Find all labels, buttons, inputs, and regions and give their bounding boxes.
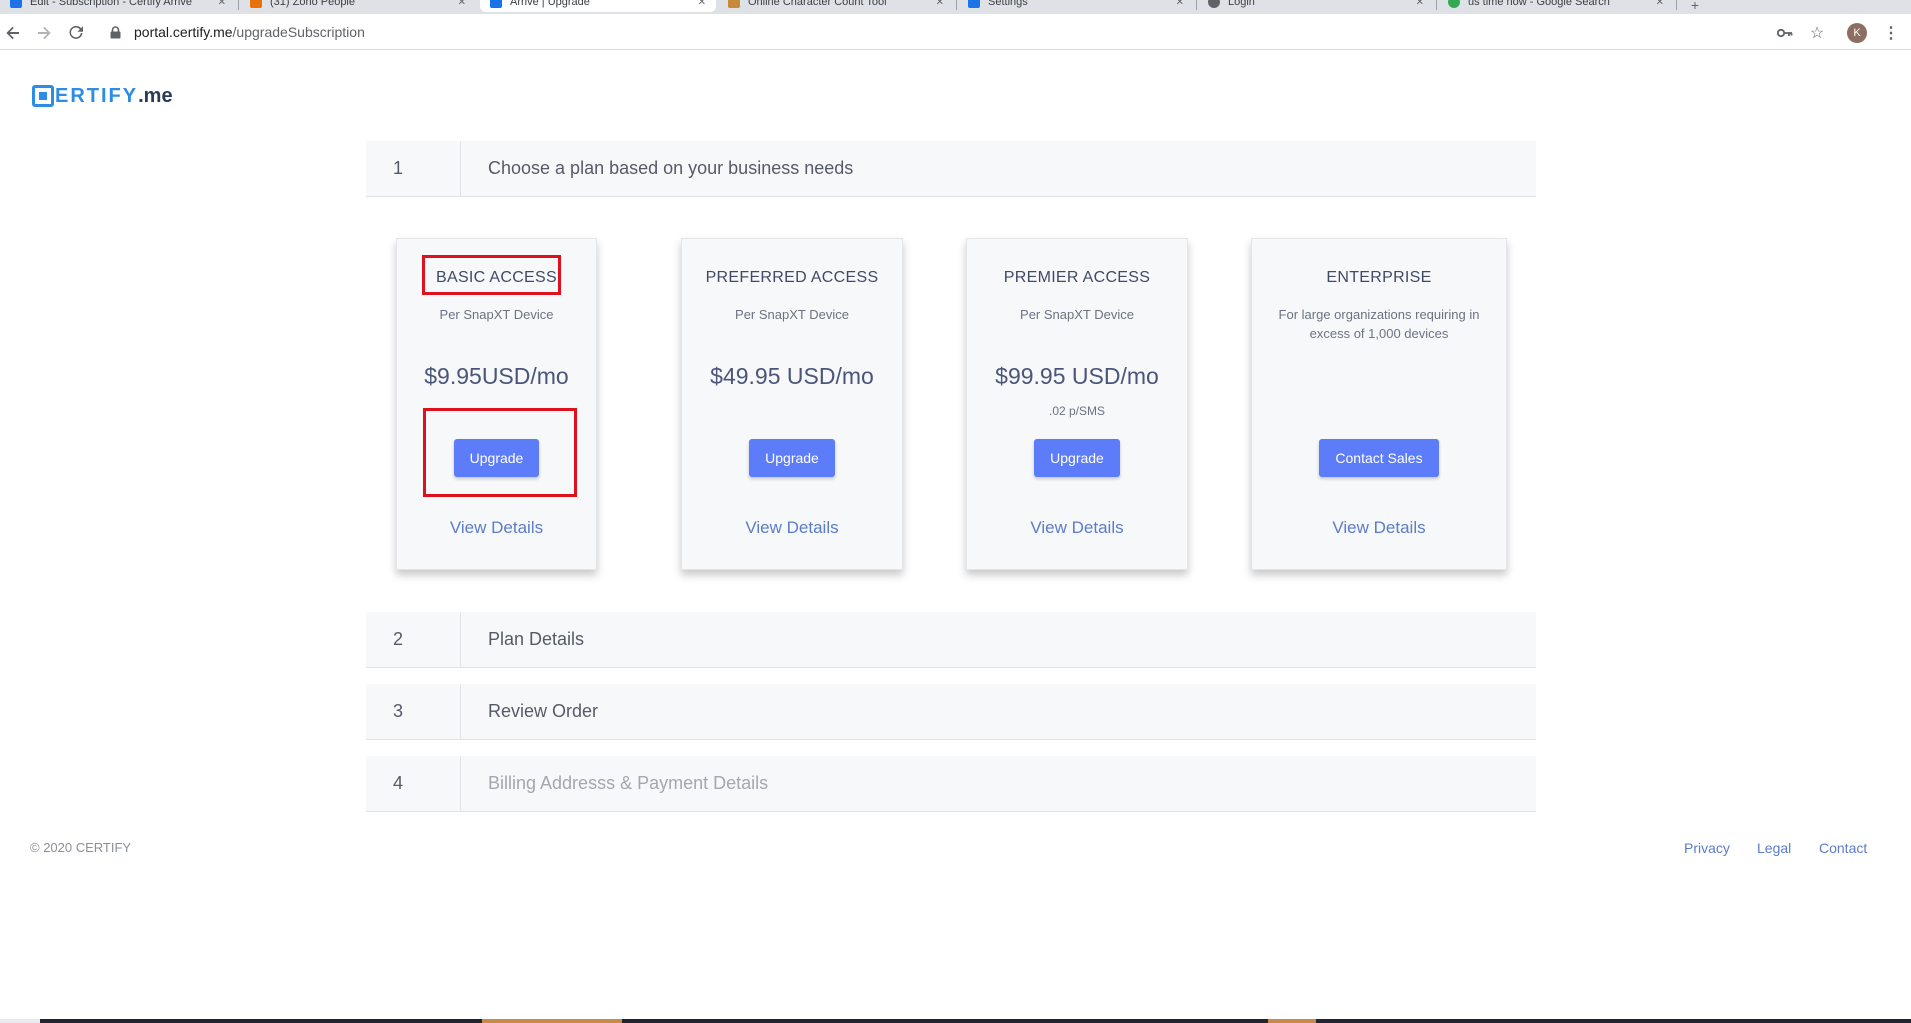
tab-favicon-icon: [490, 0, 502, 8]
tab-favicon-icon: [1448, 0, 1460, 8]
bookmark-star-icon[interactable]: ☆: [1806, 22, 1828, 44]
plan-card-preferred: PREFERRED ACCESS Per SnapXT Device $49.9…: [681, 238, 903, 570]
taskbar: [0, 1019, 1911, 1023]
browser-tab[interactable]: Edit - Subscription - Certify Arrive ✕: [0, 0, 236, 12]
plan-name: PREFERRED ACCESS: [705, 269, 879, 286]
plan-card-enterprise: ENTERPRISE For large organizations requi…: [1251, 238, 1507, 570]
browser-tab[interactable]: Online Character Count Tool ✕: [718, 0, 954, 12]
url-path: /upgradeSubscription: [232, 24, 365, 40]
tab-favicon-icon: [10, 0, 22, 8]
logo-word: ERTIFY: [55, 84, 139, 107]
plan-name: ENTERPRISE: [1326, 269, 1432, 286]
plan-price: $99.95 USD/mo: [995, 363, 1159, 389]
view-details-link[interactable]: View Details: [1252, 518, 1506, 538]
tab-title: Arrive | Upgrade: [510, 0, 590, 8]
contact-sales-button[interactable]: Contact Sales: [1319, 439, 1439, 477]
sms-rate: .02 p/SMS: [1048, 404, 1106, 418]
upgrade-button[interactable]: Upgrade: [749, 439, 835, 477]
browser-tab[interactable]: Settings ✕: [958, 0, 1194, 12]
footer-copyright: © 2020 CERTIFY: [30, 840, 132, 855]
close-tab-icon[interactable]: ✕: [936, 0, 944, 8]
highlight-box: [422, 255, 561, 295]
avatar: K: [1847, 23, 1867, 43]
upgrade-button[interactable]: Upgrade: [1034, 439, 1120, 477]
footer-link-contact[interactable]: Contact: [1819, 840, 1867, 856]
lock-icon[interactable]: [108, 25, 122, 39]
close-tab-icon[interactable]: ✕: [698, 0, 706, 8]
tab-favicon-icon: [250, 0, 262, 8]
back-icon[interactable]: [2, 22, 24, 44]
browser-tab[interactable]: Login ✕: [1198, 0, 1434, 12]
browser-menu-icon[interactable]: ⋮: [1880, 22, 1902, 44]
step-title: Review Order: [488, 701, 599, 721]
step-title: Choose a plan based on your business nee…: [488, 158, 854, 178]
plan-subtitle: For large organizations requiring in exc…: [1278, 307, 1480, 341]
plan-subtitle: Per SnapXT Device: [735, 307, 849, 322]
close-tab-icon[interactable]: ✕: [1656, 0, 1664, 8]
browser-tab[interactable]: us time now - Google Search ✕: [1438, 0, 1674, 12]
logo-mark-icon: [32, 85, 54, 107]
view-details-link[interactable]: View Details: [967, 518, 1187, 538]
step-number: 2: [366, 611, 461, 668]
tab-title: us time now - Google Search: [1468, 0, 1610, 8]
plan-price: $9.95USD/mo: [424, 363, 569, 389]
tab-favicon-icon: [1208, 0, 1220, 8]
tab-title: Login: [1228, 0, 1255, 8]
step-2-header[interactable]: 2 Plan Details: [366, 611, 1536, 668]
tab-title: Online Character Count Tool: [748, 0, 887, 8]
address-bar[interactable]: portal.certify.me/upgradeSubscription: [100, 19, 1760, 45]
tab-title: Edit - Subscription - Certify Arrive: [30, 0, 192, 8]
close-tab-icon[interactable]: ✕: [218, 0, 226, 8]
step-number: 1: [366, 140, 461, 197]
browser-toolbar: portal.certify.me/upgradeSubscription ☆ …: [0, 14, 1911, 50]
step-number: 4: [366, 755, 461, 812]
footer-link-privacy[interactable]: Privacy: [1684, 840, 1730, 856]
close-tab-icon[interactable]: ✕: [1416, 0, 1424, 8]
step-3-header[interactable]: 3 Review Order: [366, 683, 1536, 740]
new-tab-icon[interactable]: +: [1684, 0, 1706, 14]
tab-title: Settings: [988, 0, 1028, 8]
step-number: 3: [366, 683, 461, 740]
tab-favicon-icon: [968, 0, 980, 8]
plan-price: $49.95 USD/mo: [710, 363, 874, 389]
certify-logo[interactable]: ERTIFY .me: [32, 84, 173, 108]
view-details-link[interactable]: View Details: [682, 518, 902, 538]
key-icon[interactable]: [1774, 22, 1796, 44]
profile-avatar[interactable]: K: [1846, 22, 1868, 44]
forward-icon[interactable]: [33, 22, 55, 44]
browser-tab[interactable]: (31) Zoho People ✕: [240, 0, 476, 12]
tab-favicon-icon: [728, 0, 740, 8]
footer-link-legal[interactable]: Legal: [1757, 840, 1791, 856]
logo-suffix: .me: [138, 84, 173, 107]
close-tab-icon[interactable]: ✕: [458, 0, 466, 8]
close-tab-icon[interactable]: ✕: [1176, 0, 1184, 8]
tab-title: (31) Zoho People: [270, 0, 355, 8]
plan-name: PREMIER ACCESS: [1003, 269, 1151, 286]
highlight-box: [423, 408, 577, 497]
url-host: portal.certify.me: [134, 24, 233, 40]
plan-subtitle: Per SnapXT Device: [1020, 307, 1134, 322]
step-title: Plan Details: [488, 629, 585, 649]
plan-subtitle: Per SnapXT Device: [439, 307, 554, 322]
step-1-header[interactable]: 1 Choose a plan based on your business n…: [366, 140, 1536, 197]
reload-icon[interactable]: [65, 22, 87, 44]
plan-card-premier: PREMIER ACCESS Per SnapXT Device $99.95 …: [966, 238, 1188, 570]
view-details-link[interactable]: View Details: [397, 518, 596, 538]
step-title: Billing Addresss & Payment Details: [488, 773, 769, 793]
step-4-header[interactable]: 4 Billing Addresss & Payment Details: [366, 755, 1536, 812]
browser-tab-active[interactable]: Arrive | Upgrade ✕: [480, 0, 716, 12]
browser-tab-strip: Edit - Subscription - Certify Arrive ✕ (…: [0, 0, 1911, 14]
